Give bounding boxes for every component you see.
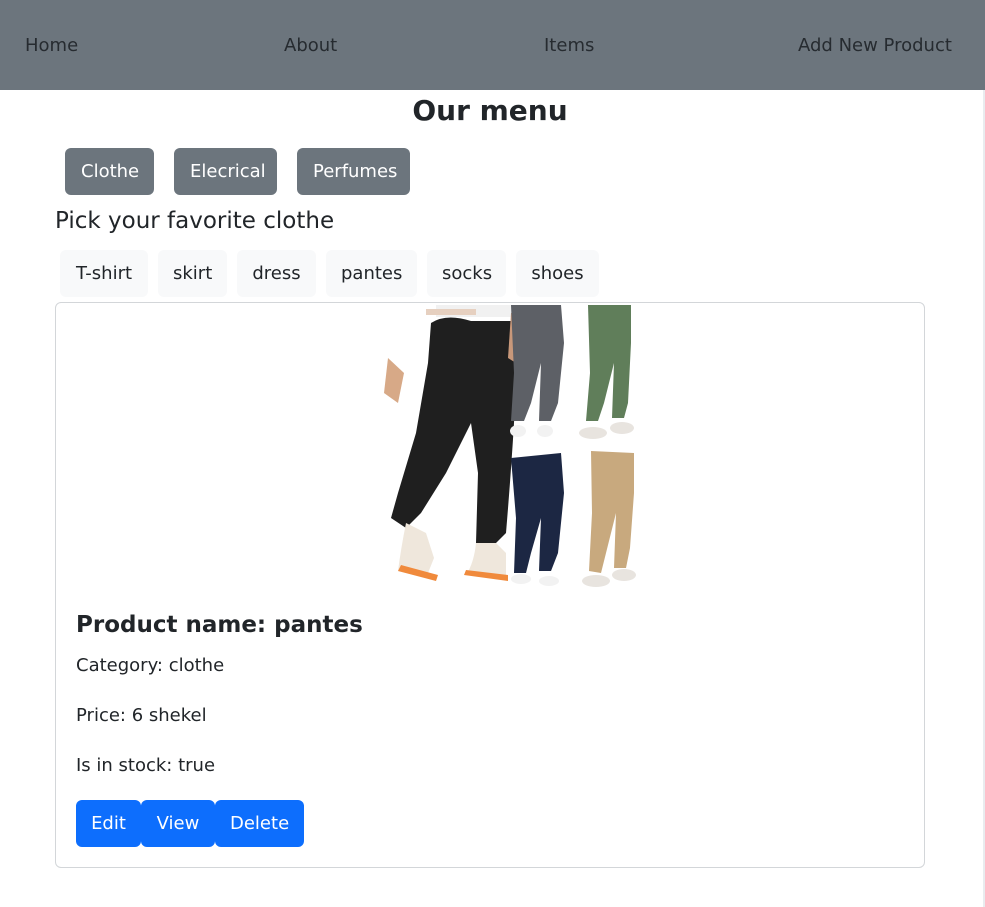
clothe-subtitle: Pick your favorite clothe xyxy=(55,208,335,234)
product-stock: Is in stock: true xyxy=(76,755,216,776)
clothe-type-button-shoes[interactable]: shoes xyxy=(516,250,599,297)
clothe-type-button-socks[interactable]: socks xyxy=(427,250,506,297)
nav-link-items[interactable]: Items xyxy=(544,34,594,58)
clothe-type-button-dress[interactable]: dress xyxy=(237,250,316,297)
nav-link-about[interactable]: About xyxy=(284,34,337,58)
top-navbar: Home About Items Add New Product xyxy=(0,0,985,90)
clothe-type-button-tshirt[interactable]: T-shirt xyxy=(60,250,148,297)
product-card: Product name: pantes Category: clothe Pr… xyxy=(55,302,925,868)
nav-link-add-new-product[interactable]: Add New Product xyxy=(798,34,952,58)
edit-button[interactable]: Edit xyxy=(76,800,141,847)
category-button-elecrical[interactable]: Elecrical xyxy=(174,148,277,195)
clothe-type-button-skirt[interactable]: skirt xyxy=(158,250,227,297)
product-name: Product name: pantes xyxy=(76,612,363,638)
product-image xyxy=(346,303,636,593)
delete-button[interactable]: Delete xyxy=(215,800,304,847)
product-category: Category: clothe xyxy=(76,655,225,676)
clothe-type-button-pantes[interactable]: pantes xyxy=(326,250,417,297)
view-button[interactable]: View xyxy=(141,800,215,847)
product-price: Price: 6 shekel xyxy=(76,705,207,726)
category-button-clothe[interactable]: Clothe xyxy=(65,148,154,195)
nav-link-home[interactable]: Home xyxy=(25,34,78,58)
page-title: Our menu xyxy=(412,94,568,127)
category-button-perfumes[interactable]: Perfumes xyxy=(297,148,410,195)
